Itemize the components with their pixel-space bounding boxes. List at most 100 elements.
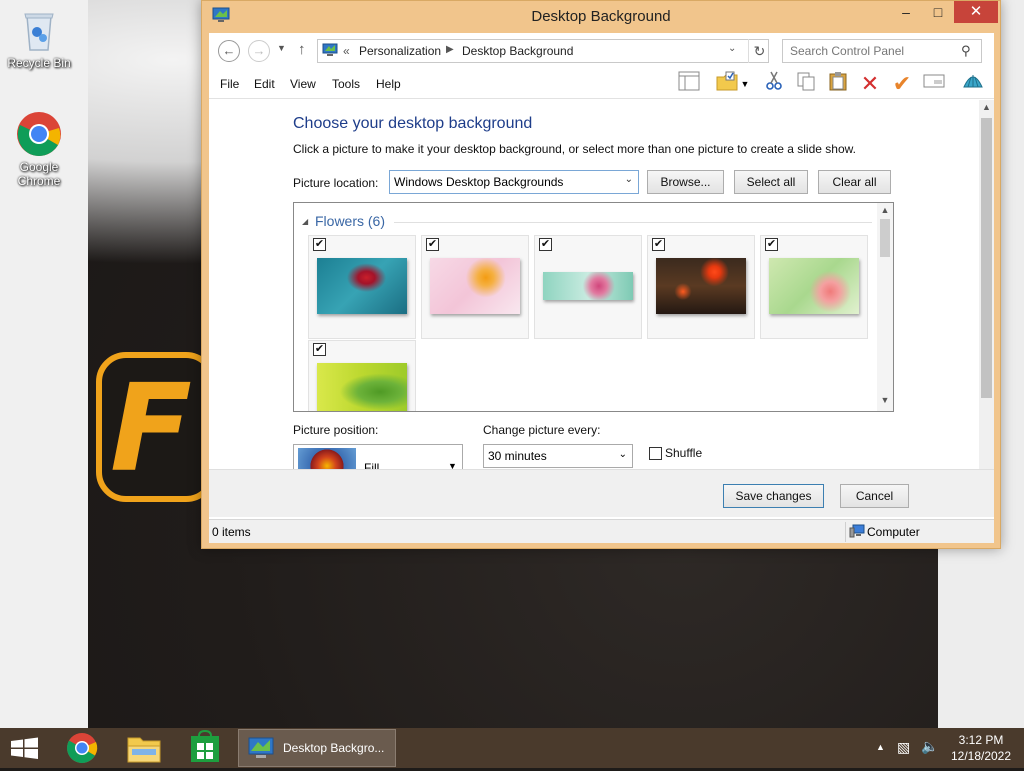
checkmark-icon[interactable]: ✔ (889, 71, 915, 97)
menu-view[interactable]: View (290, 77, 316, 91)
window-icon[interactable] (921, 71, 947, 97)
menu-edit[interactable]: Edit (254, 77, 275, 91)
status-item-count: 0 items (212, 525, 251, 539)
shell-icon[interactable] (960, 71, 986, 97)
paste-icon[interactable] (825, 71, 851, 97)
picture-location-select[interactable]: Windows Desktop Backgrounds ⌄ (389, 170, 639, 194)
picture-tile[interactable]: ✔ (308, 235, 416, 339)
network-icon[interactable]: ▧ (897, 739, 910, 756)
address-bar[interactable]: « Personalization ▶ Desktop Background ⌄… (317, 39, 769, 63)
cancel-button[interactable]: Cancel (840, 484, 909, 508)
picture-checkbox[interactable]: ✔ (313, 343, 326, 356)
taskbar-store[interactable] (177, 728, 233, 768)
search-box[interactable]: Search Control Panel ⚲ (782, 39, 982, 63)
picture-checkbox[interactable]: ✔ (765, 238, 778, 251)
picture-thumbnail[interactable] (769, 258, 859, 314)
gallery-scrollbar[interactable]: ▲ ▼ (877, 203, 893, 411)
menu-file[interactable]: File (220, 77, 239, 91)
collapse-arrow-icon[interactable]: ◢ (302, 217, 308, 226)
desktop-icon-label: Recycle Bin (7, 56, 71, 70)
picture-thumbnail[interactable] (543, 272, 633, 300)
page-instructions: Click a picture to make it your desktop … (293, 142, 856, 156)
start-button[interactable] (0, 728, 56, 768)
computer-icon (849, 524, 865, 538)
save-changes-button[interactable]: Save changes (723, 484, 824, 508)
menu-help[interactable]: Help (376, 77, 401, 91)
chevron-down-icon: ⌄ (624, 174, 633, 185)
picture-checkbox[interactable]: ✔ (313, 238, 326, 251)
scrollbar-thumb[interactable] (981, 118, 992, 398)
control-panel-icon (322, 43, 338, 56)
status-location: Computer (867, 525, 920, 539)
breadcrumb-desktop-background[interactable]: Desktop Background (462, 44, 573, 58)
shuffle-label[interactable]: Shuffle (665, 446, 702, 460)
maximize-button[interactable]: □ (924, 1, 952, 23)
scroll-up-arrow-icon[interactable]: ▲ (877, 205, 893, 215)
clock-date[interactable]: 12/18/2022 (948, 749, 1014, 763)
store-icon (191, 729, 219, 762)
clear-all-button[interactable]: Clear all (818, 170, 891, 194)
picture-thumbnail[interactable] (430, 258, 520, 314)
breadcrumb-personalization[interactable]: Personalization (359, 44, 441, 58)
chrome-icon (66, 733, 98, 764)
taskbar-file-explorer[interactable] (116, 728, 172, 768)
content-scrollbar[interactable]: ▲ ▼ (979, 100, 994, 502)
window-title: Desktop Background (531, 8, 671, 25)
copy-icon[interactable] (793, 71, 819, 97)
clock-time[interactable]: 3:12 PM (952, 733, 1010, 747)
cut-icon[interactable] (761, 71, 787, 97)
volume-icon[interactable]: 🔈 (921, 738, 938, 755)
picture-thumbnail[interactable] (317, 363, 407, 411)
windows-logo-icon (11, 737, 38, 759)
search-icon[interactable]: ⚲ (961, 43, 971, 59)
select-all-button[interactable]: Select all (734, 170, 808, 194)
properties-folder-icon[interactable] (714, 71, 740, 97)
shuffle-checkbox[interactable] (649, 447, 662, 460)
menu-tools[interactable]: Tools (332, 77, 360, 91)
scrollbar-thumb[interactable] (880, 219, 890, 257)
picture-checkbox[interactable]: ✔ (539, 238, 552, 251)
desktop-background-window: Desktop Background – □ ✕ ← → ▼ ↑ « Perso… (201, 0, 1001, 549)
picture-thumbnail[interactable] (656, 258, 746, 314)
delete-icon[interactable]: ✕ (857, 71, 883, 97)
forward-button[interactable]: → (248, 40, 270, 62)
taskbar-desktop-background[interactable]: Desktop Backgro... (238, 729, 396, 767)
chevron-down-icon: ⌄ (618, 449, 627, 460)
layout-pane-icon[interactable] (676, 71, 702, 97)
picture-tile[interactable]: ✔ (534, 235, 642, 339)
browse-button[interactable]: Browse... (647, 170, 724, 194)
picture-gallery: ◢ Flowers (6) ✔ ✔ ✔ ✔ ✔ ✔ ▲ ▼ (293, 202, 894, 412)
address-overflow-icon[interactable]: « (343, 44, 350, 58)
properties-dropdown-chevron-icon[interactable]: ▼ (738, 71, 752, 97)
recent-locations-chevron-icon[interactable]: ▼ (277, 43, 286, 53)
title-bar[interactable]: Desktop Background – □ ✕ (202, 1, 1000, 33)
picture-tile[interactable]: ✔ (760, 235, 868, 339)
picture-tile[interactable]: ✔ (308, 340, 416, 411)
picture-tile[interactable]: ✔ (421, 235, 529, 339)
taskbar-chrome[interactable] (54, 728, 110, 768)
group-title-flowers[interactable]: Flowers (6) (315, 213, 385, 229)
minimize-button[interactable]: – (892, 1, 920, 23)
back-button[interactable]: ← (218, 40, 240, 62)
picture-checkbox[interactable]: ✔ (426, 238, 439, 251)
picture-thumbnail[interactable] (317, 258, 407, 314)
recycle-bin-icon (15, 6, 63, 54)
picture-checkbox[interactable]: ✔ (652, 238, 665, 251)
address-dropdown-chevron-icon[interactable]: ⌄ (728, 43, 736, 54)
up-button[interactable]: ↑ (298, 41, 306, 58)
scroll-down-arrow-icon[interactable]: ▼ (877, 395, 893, 405)
desktop-icon-recycle-bin[interactable]: Recycle Bin (1, 6, 77, 70)
scroll-up-arrow-icon[interactable]: ▲ (979, 102, 994, 112)
wallpaper-logo: F (96, 352, 216, 502)
change-picture-label: Change picture every: (483, 423, 601, 437)
group-divider (394, 222, 872, 223)
close-button[interactable]: ✕ (954, 1, 998, 23)
breadcrumb-separator-icon[interactable]: ▶ (446, 44, 454, 55)
desktop-icon-google-chrome[interactable]: Google Chrome (1, 110, 77, 188)
show-hidden-icons-icon[interactable]: ▲ (876, 742, 885, 752)
status-divider (845, 522, 846, 542)
picture-tile[interactable]: ✔ (647, 235, 755, 339)
refresh-button[interactable]: ↻ (748, 39, 770, 63)
change-interval-select[interactable]: 30 minutes ⌄ (483, 444, 633, 468)
window-client: ← → ▼ ↑ « Personalization ▶ Desktop Back… (209, 33, 994, 543)
